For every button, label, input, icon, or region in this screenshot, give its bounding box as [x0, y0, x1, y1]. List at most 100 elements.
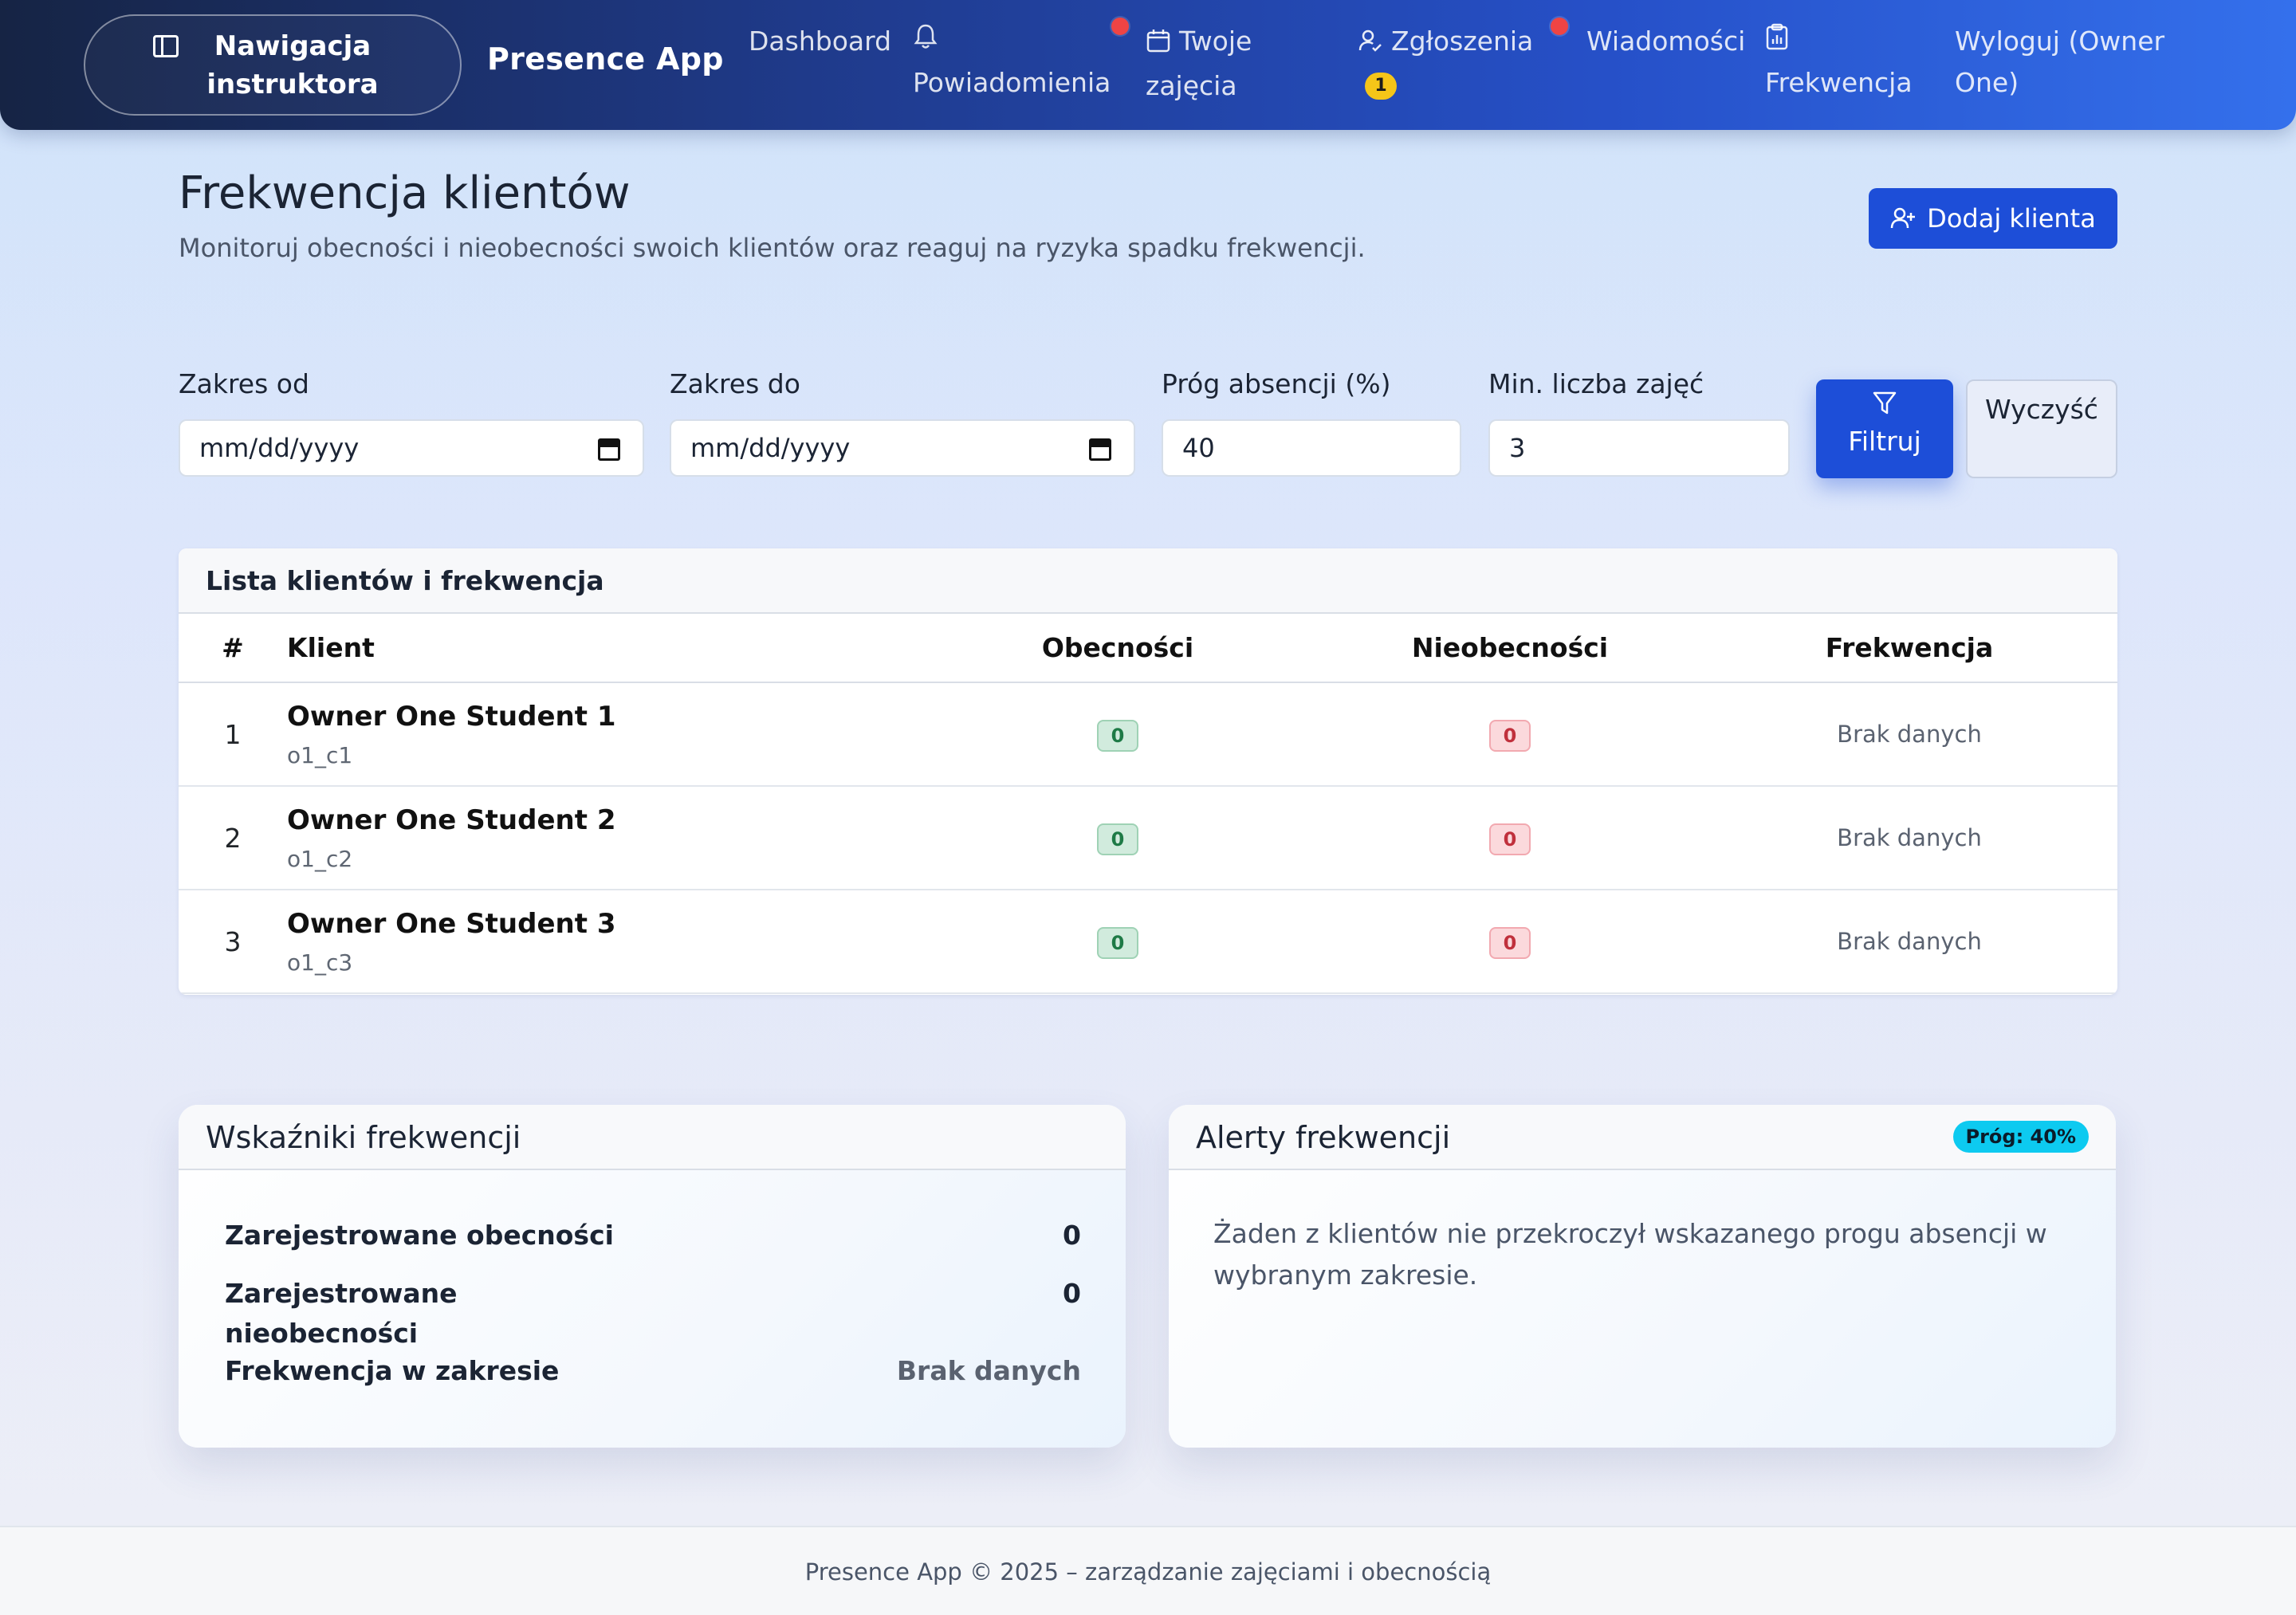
alerts-empty-message: Żaden z klientów nie przekroczył wskazan… — [1213, 1218, 2047, 1291]
attendance-metrics-card: Wskaźniki frekwencji Zarejestrowane obec… — [179, 1105, 1126, 1448]
table-row[interactable]: 2 Owner One Student 2 o1_c2 0 0 Brak dan… — [179, 786, 2117, 890]
absences-cell: 0 — [1319, 786, 1701, 890]
alerts-card-header: Alerty frekwencji Próg: 40% — [1169, 1105, 2116, 1170]
absences-cell: 0 — [1319, 682, 1701, 787]
table-row[interactable]: 1 Owner One Student 1 o1_c1 0 0 Brak dan… — [179, 682, 2117, 787]
date-to-label: Zakres do — [670, 368, 800, 399]
absences-badge: 0 — [1489, 823, 1531, 855]
attendance-alerts-card: Alerty frekwencji Próg: 40% Żaden z klie… — [1169, 1105, 2116, 1448]
date-to-placeholder: mm/dd/yyyy — [690, 433, 851, 463]
threshold-badge: Próg: 40% — [1952, 1121, 2089, 1153]
top-navbar: Nawigacja instruktora Presence App Dashb… — [0, 0, 2296, 130]
threshold-input[interactable]: 40 — [1162, 419, 1461, 477]
metric-absences-value: 0 — [1063, 1278, 1081, 1309]
date-from-label: Zakres od — [179, 368, 309, 399]
presences-cell: 0 — [917, 682, 1319, 787]
client-name: Owner One Student 1 — [287, 700, 616, 733]
user-check-icon — [1358, 24, 1383, 65]
metric-absences-label-line2: nieobecności — [225, 1318, 419, 1349]
absences-cell: 0 — [1319, 890, 1701, 994]
calendar-picker-icon[interactable] — [598, 438, 620, 461]
row-number: 3 — [179, 890, 287, 994]
metric-presences-value: 0 — [1063, 1220, 1081, 1251]
column-header-absences: Nieobecności — [1319, 614, 1701, 683]
threshold-label: Próg absencji (%) — [1162, 368, 1391, 399]
min-classes-label: Min. liczba zajęć — [1488, 368, 1704, 399]
attendance-cell: Brak danych — [1701, 890, 2117, 994]
page-title: Frekwencja klientów — [179, 167, 631, 219]
threshold-value: 40 — [1182, 433, 1215, 463]
min-classes-value: 3 — [1509, 433, 1526, 463]
presences-badge: 0 — [1097, 823, 1138, 855]
notifications-dot — [1111, 18, 1129, 35]
metric-absences-label-line1: Zarejestrowane — [225, 1278, 458, 1309]
clipboard-chart-icon — [1765, 21, 1913, 62]
metric-presences: Zarejestrowane obecności 0 — [225, 1220, 1081, 1251]
presences-badge: 0 — [1097, 926, 1138, 959]
absences-badge: 0 — [1489, 719, 1531, 752]
page-subtitle: Monitoruj obecności i nieobecności swoic… — [179, 233, 1366, 263]
bell-icon — [913, 21, 1111, 62]
date-from-placeholder: mm/dd/yyyy — [199, 433, 360, 463]
date-to-input[interactable]: mm/dd/yyyy — [670, 419, 1135, 477]
row-number: 1 — [179, 682, 287, 787]
client-cell: Owner One Student 2 o1_c2 — [287, 786, 917, 890]
nav-link-dashboard[interactable]: Dashboard — [749, 21, 891, 62]
clear-button[interactable]: Wyczyść — [1966, 379, 2117, 478]
requests-count-badge: 1 — [1365, 73, 1397, 100]
nav-link-notifications-label: Powiadomienia — [913, 67, 1111, 98]
client-name: Owner One Student 3 — [287, 907, 616, 940]
metric-presences-label: Zarejestrowane obecności — [225, 1220, 614, 1251]
nav-link-logout[interactable]: Wyloguj (Owner One) — [1955, 21, 2194, 104]
clients-table: # Klient Obecności Nieobecności Frekwenc… — [179, 614, 2117, 994]
calendar-picker-icon[interactable] — [1089, 438, 1111, 461]
metric-range-label: Frekwencja w zakresie — [225, 1355, 560, 1386]
metric-absences: Zarejestrowane nieobecności 0 — [225, 1274, 1081, 1354]
nav-link-attendance-label: Frekwencja — [1765, 67, 1913, 98]
alerts-card-title: Alerty frekwencji — [1196, 1120, 1451, 1155]
row-number: 2 — [179, 786, 287, 890]
calendar-icon — [1146, 24, 1171, 65]
metric-range: Frekwencja w zakresie Brak danych — [225, 1355, 1081, 1386]
presences-cell: 0 — [917, 786, 1319, 890]
presences-badge: 0 — [1097, 719, 1138, 752]
client-login: o1_c2 — [287, 845, 353, 872]
column-header-attendance: Frekwencja — [1701, 614, 2117, 683]
min-classes-input[interactable]: 3 — [1488, 419, 1790, 477]
client-login: o1_c3 — [287, 949, 353, 976]
metrics-card-title: Wskaźniki frekwencji — [179, 1105, 1126, 1170]
requests-dot — [1551, 18, 1568, 35]
nav-link-requests-label: Zgłoszenia — [1391, 26, 1534, 57]
column-header-num: # — [179, 614, 287, 683]
user-plus-icon — [1890, 206, 1916, 231]
attendance-cell: Brak danych — [1701, 786, 2117, 890]
client-login: o1_c1 — [287, 741, 353, 768]
nav-link-classes[interactable]: Twoje zajęcia — [1146, 21, 1281, 107]
table-header-row: # Klient Obecności Nieobecności Frekwenc… — [179, 614, 2117, 683]
instructor-nav-label: Nawigacja instruktora — [206, 29, 379, 100]
clients-table-card: Lista klientów i frekwencja # Klient Obe… — [179, 548, 2117, 995]
instructor-nav-toggle[interactable]: Nawigacja instruktora — [84, 14, 462, 116]
filter-button-label: Filtruj — [1848, 426, 1921, 457]
nav-link-attendance[interactable]: Frekwencja — [1765, 21, 1913, 104]
attendance-cell: Brak danych — [1701, 682, 2117, 787]
date-from-input[interactable]: mm/dd/yyyy — [179, 419, 644, 477]
table-row[interactable]: 3 Owner One Student 3 o1_c3 0 0 Brak dan… — [179, 890, 2117, 994]
client-cell: Owner One Student 3 o1_c3 — [287, 890, 917, 994]
page-footer: Presence App © 2025 – zarządzanie zajęci… — [0, 1526, 2296, 1615]
absences-badge: 0 — [1489, 926, 1531, 959]
add-client-label: Dodaj klienta — [1927, 203, 2096, 234]
filter-button[interactable]: Filtruj — [1816, 379, 1953, 478]
nav-link-requests[interactable]: Zgłoszenia — [1358, 21, 1533, 65]
sidebar-icon — [153, 34, 179, 57]
nav-link-messages[interactable]: Wiadomości — [1586, 21, 1745, 62]
column-header-presences: Obecności — [917, 614, 1319, 683]
client-name: Owner One Student 2 — [287, 804, 616, 836]
nav-link-notifications[interactable]: Powiadomienia — [913, 21, 1111, 104]
add-client-button[interactable]: Dodaj klienta — [1869, 188, 2117, 249]
funnel-icon — [1816, 379, 1953, 422]
column-header-client: Klient — [287, 614, 917, 683]
presences-cell: 0 — [917, 890, 1319, 994]
brand-logo-text[interactable]: Presence App — [487, 41, 724, 77]
metric-range-value: Brak danych — [896, 1355, 1081, 1386]
